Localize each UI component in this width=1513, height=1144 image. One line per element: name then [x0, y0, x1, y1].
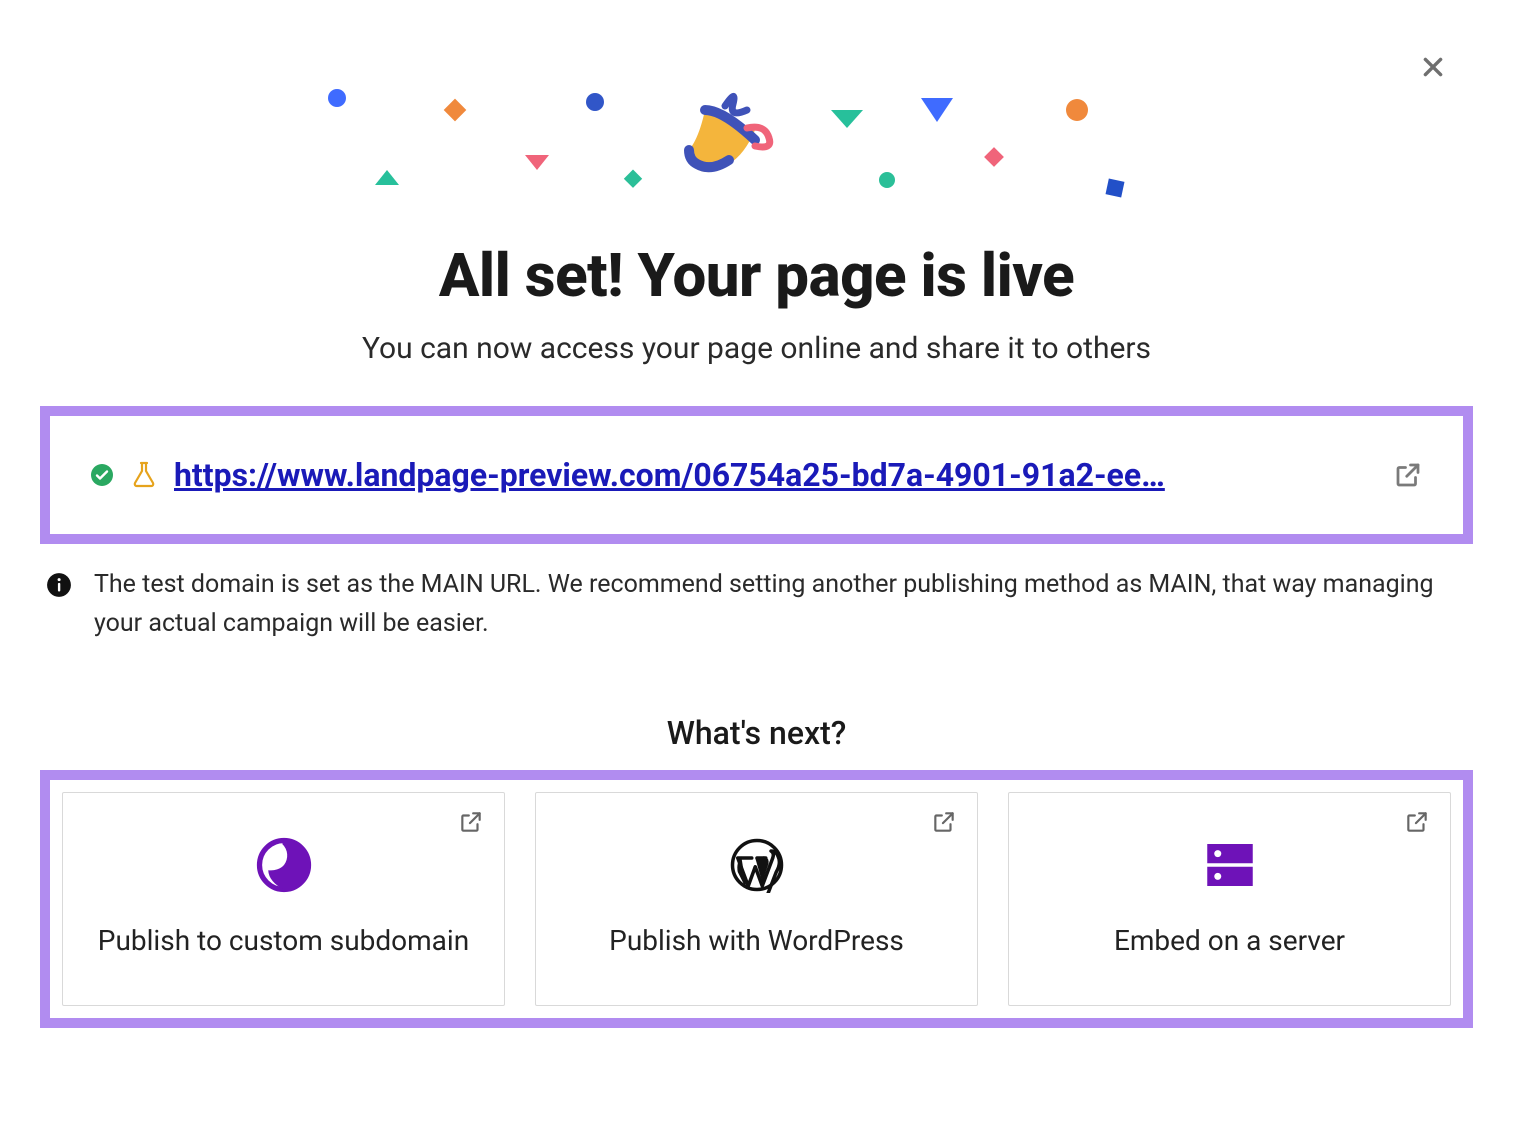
close-button[interactable] — [1413, 50, 1453, 90]
open-external-icon — [458, 809, 484, 839]
flask-icon — [132, 461, 156, 489]
live-url-panel: https://www.landpage-preview.com/06754a2… — [40, 406, 1473, 544]
option-custom-subdomain[interactable]: Publish to custom subdomain — [62, 792, 505, 1006]
server-icon — [1198, 833, 1262, 897]
option-embed-server[interactable]: Embed on a server — [1008, 792, 1451, 1006]
live-url-link[interactable]: https://www.landpage-preview.com/06754a2… — [174, 456, 1375, 494]
info-note-text: The test domain is set as the MAIN URL. … — [94, 566, 1467, 644]
page-title: All set! Your page is live — [40, 240, 1473, 311]
page-subtitle: You can now access your page online and … — [40, 331, 1473, 366]
open-external-icon[interactable] — [1393, 460, 1423, 490]
open-external-icon — [931, 809, 957, 839]
close-icon — [1420, 54, 1446, 87]
info-note: The test domain is set as the MAIN URL. … — [46, 566, 1467, 644]
option-label: Publish to custom subdomain — [98, 923, 469, 959]
globe-icon — [252, 833, 316, 897]
info-icon — [46, 572, 72, 598]
whats-next-heading: What's next? — [40, 714, 1473, 752]
option-label: Embed on a server — [1114, 923, 1345, 959]
open-external-icon — [1404, 809, 1430, 839]
option-wordpress[interactable]: Publish with WordPress — [535, 792, 978, 1006]
option-label: Publish with WordPress — [609, 923, 904, 959]
confetti-illustration — [287, 80, 1227, 210]
wordpress-icon — [725, 833, 789, 897]
publish-options: Publish to custom subdomain Publish with… — [40, 770, 1473, 1028]
check-circle-icon — [90, 463, 114, 487]
